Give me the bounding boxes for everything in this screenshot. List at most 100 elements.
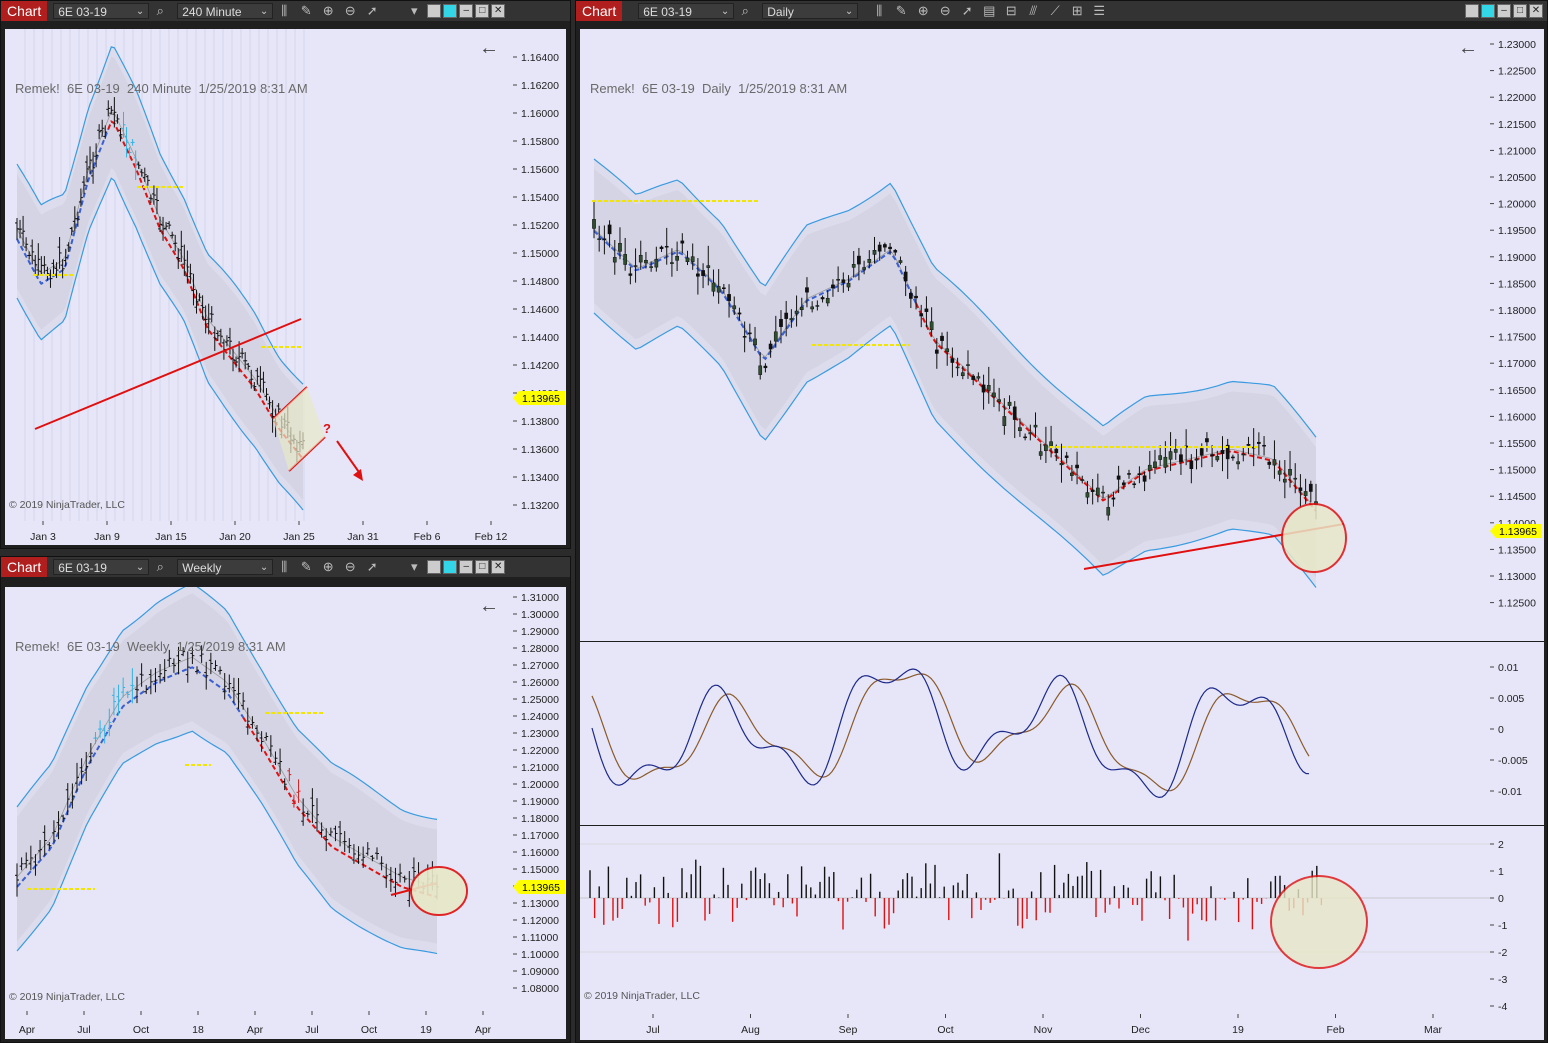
indicators-icon[interactable]: ⫻ [1022,3,1044,19]
price-tick-label: 1.13400 [521,472,559,484]
time-axis[interactable]: Jul Aug Sep Oct Nov Dec 19 Feb Mar [580,1014,1544,1040]
pencil-icon[interactable]: ✎ [890,3,912,19]
zoom-out-icon[interactable]: ⊖ [339,3,361,19]
back-arrow-icon[interactable]: ← [479,595,499,618]
maximize-button[interactable]: □ [475,560,490,574]
maximize-button[interactable]: □ [1513,4,1527,18]
zoom-in-icon[interactable]: ⊕ [317,559,339,575]
interval-select[interactable]: Weekly ⌄ [177,559,274,575]
price-tick-label: 1.16500 [1498,385,1536,397]
candle-body [934,349,939,354]
link-button[interactable] [443,560,458,574]
instrument-select[interactable]: 6E 03-19 ⌄ [638,3,735,19]
price-tick-label: 1.16000 [521,847,559,859]
pencil-icon[interactable]: ✎ [295,3,317,19]
link-button[interactable] [443,4,458,18]
bars-icon[interactable]: ⫼ [273,3,295,19]
price-panel[interactable]: Remek! 6E 03-19 Daily 1/25/2019 8:31 AM … [580,29,1490,641]
back-arrow-icon[interactable]: ← [1458,37,1478,60]
zoom-in-icon[interactable]: ⊕ [912,3,934,19]
dropdown-icon[interactable]: ▾ [403,3,425,19]
candle-body [727,294,731,302]
strategies-icon[interactable]: ⟋ [1044,3,1066,19]
candle-body [971,375,976,380]
time-axis[interactable]: Apr Jul Oct 18 Apr Jul Oct 19 Apr [5,1011,566,1039]
price-axis[interactable]: 1.31000 1.30000 1.29000 1.28000 1.27000 1.260… [513,587,566,1011]
pointer-icon[interactable]: ➚ [361,559,383,575]
candle-body [1210,454,1214,457]
oscillator-axis[interactable]: 0.01 0.005 0 -0.005 -0.01 [1490,642,1544,825]
histogram-axis[interactable]: 2 1 0 -1 -2 -3 -4 [1490,826,1544,1014]
search-icon[interactable]: ⌕ [734,3,756,19]
interval-select[interactable]: Daily ⌄ [762,3,859,19]
chevron-down-icon: ⌄ [135,6,145,17]
candle-body [888,246,892,250]
zoom-out-icon[interactable]: ⊖ [339,559,361,575]
price-tick-label: 0.005 [1498,693,1524,705]
candle-body [758,365,763,375]
price-panel[interactable]: ? Remek! 6E 03-19 240 Minute 1/25/2019 8… [5,29,513,521]
pointer-icon[interactable]: ➚ [361,3,383,19]
close-button[interactable]: ✕ [1529,4,1543,18]
price-chart-svg: ? [15,29,363,521]
color-button[interactable] [427,560,442,574]
price-axis[interactable]: 1.23000 1.22500 1.22000 1.21500 1.21000 1.205… [1490,29,1544,641]
candle-body [1282,478,1287,483]
close-button[interactable]: ✕ [491,560,506,574]
price-tick-label: 1.17500 [1498,332,1536,344]
color-button[interactable] [1465,4,1479,18]
price-tick-label: 1.10000 [521,949,559,961]
minimize-button[interactable]: – [1497,4,1511,18]
chart-menu-button[interactable]: Chart [576,1,623,21]
bars-icon[interactable]: ⫼ [868,3,890,19]
price-tick-label: 1.12000 [521,915,559,927]
candle-body [810,306,815,310]
pointer-icon[interactable]: ➚ [956,3,978,19]
close-button[interactable]: ✕ [491,4,506,18]
candle-body [1018,427,1022,432]
back-arrow-icon[interactable]: ← [479,37,499,60]
candle-body [1241,453,1246,456]
search-icon[interactable]: ⌕ [149,3,171,19]
price-panel[interactable]: Remek! 6E 03-19 Weekly 1/25/2019 8:31 AM… [5,582,513,1011]
minimize-button[interactable]: – [459,4,474,18]
candle-body [846,282,851,288]
price-tick-label: -2 [1498,947,1507,959]
time-tick-label: Sep [839,1024,858,1036]
price-tick-label: 1.13000 [1498,571,1536,583]
properties-icon[interactable]: ⊞ [1066,3,1088,19]
instrument-select[interactable]: 6E 03-19 ⌄ [53,3,150,19]
candle-body [1121,482,1126,486]
price-tick-label: 1.08000 [521,983,559,995]
zoom-out-icon[interactable]: ⊖ [934,3,956,19]
list-icon[interactable]: ☰ [1088,3,1110,19]
search-icon[interactable]: ⌕ [149,559,171,575]
zoom-in-icon[interactable]: ⊕ [317,3,339,19]
link-button[interactable] [1481,4,1495,18]
candle-body [1179,454,1183,462]
data-box-icon[interactable]: ▤ [978,3,1000,19]
bars-icon[interactable]: ⫼ [273,559,295,575]
histogram-svg [580,843,1490,969]
time-axis-svg: Apr Jul Oct 18 Apr Jul Oct 19 Apr [19,1011,492,1036]
instrument-select[interactable]: 6E 03-19 ⌄ [53,559,150,575]
time-tick-label: Feb 6 [414,531,441,543]
pencil-icon[interactable]: ✎ [295,559,317,575]
maximize-button[interactable]: □ [475,4,490,18]
chart-menu-button[interactable]: Chart [1,1,48,21]
interval-select[interactable]: 240 Minute ⌄ [177,3,274,19]
candle-body [825,297,830,304]
price-tick-label: -0.005 [1498,755,1528,767]
dropdown-icon[interactable]: ▾ [403,559,425,575]
histogram-panel[interactable]: © 2019 NinjaTrader, LLC [580,826,1490,1014]
last-price-label: 1.13965 [1499,526,1537,538]
chart-menu-button[interactable]: Chart [1,557,48,577]
color-button[interactable] [427,4,442,18]
oscillator-panel[interactable] [580,642,1490,825]
time-axis[interactable]: Jan 3 Jan 9 Jan 15 Jan 20 Jan 25 Jan 31 Feb 6 F… [5,521,566,545]
chart-trader-icon[interactable]: ⊟ [1000,3,1022,19]
candle-body [654,258,659,268]
price-axis[interactable]: 1.16400 1.16200 1.16000 1.15800 1.15600 1.154… [513,29,566,521]
minimize-button[interactable]: – [459,560,474,574]
candle-body [1012,406,1017,420]
